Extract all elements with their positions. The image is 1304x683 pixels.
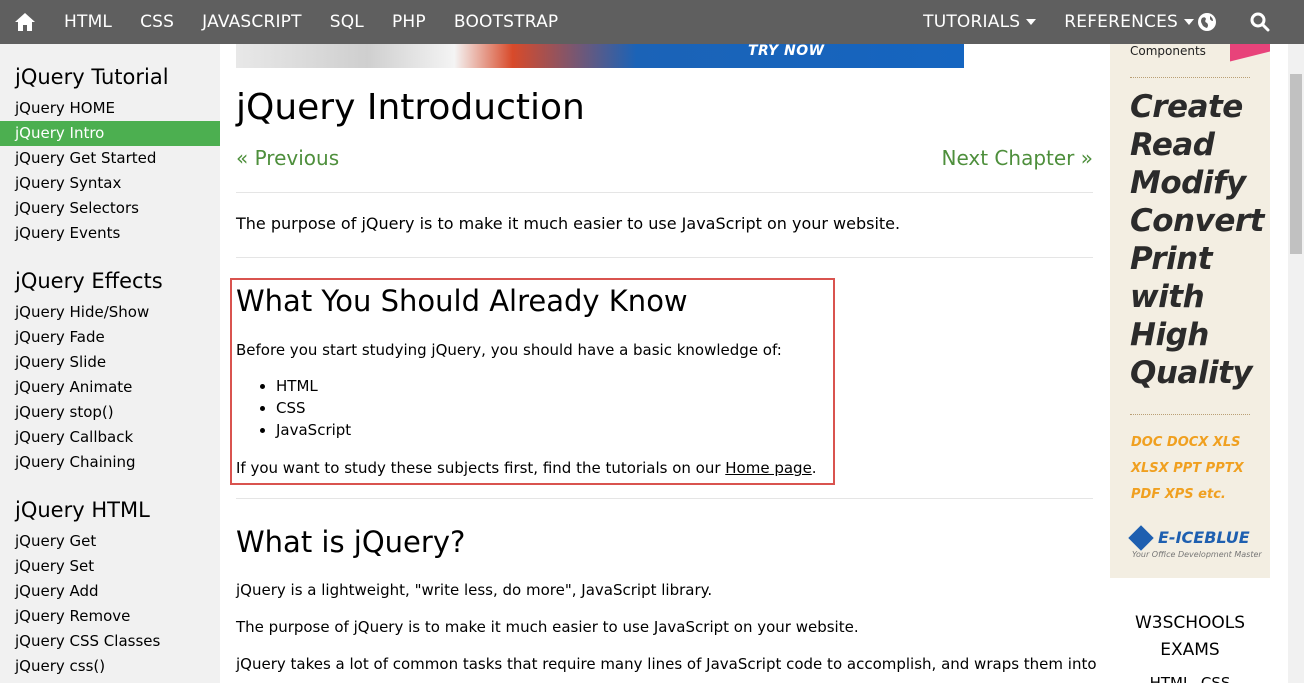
page-title: jQuery Introduction: [236, 87, 585, 128]
divider: [236, 498, 1093, 499]
know-footer-prefix: If you want to study these subjects firs…: [236, 459, 726, 477]
sidebar-item-jquery-callback[interactable]: jQuery Callback: [0, 425, 220, 450]
sidebar-item-jquery-stop[interactable]: jQuery stop(): [0, 400, 220, 425]
sidebar-item-jquery-intro[interactable]: jQuery Intro: [0, 121, 220, 146]
sidebar-item-jquery-events[interactable]: jQuery Events: [0, 221, 220, 246]
sidebar-item-jquery-get[interactable]: jQuery Get: [0, 529, 220, 554]
ad-line: Convert: [1130, 203, 1264, 239]
ad-banner[interactable]: TRY NOW: [236, 44, 964, 68]
nav-references-label: REFERENCES: [1064, 12, 1178, 32]
divider: [236, 257, 1093, 258]
search-button[interactable]: [1233, 0, 1286, 44]
know-heading: What You Should Already Know: [236, 284, 688, 318]
home-icon: [15, 13, 35, 31]
nav-tutorials-label: TUTORIALS: [923, 12, 1021, 32]
sidebar-item-jquery-slide[interactable]: jQuery Slide: [0, 350, 220, 375]
main-content: TRY NOW jQuery Introduction « Previous N…: [220, 44, 1110, 683]
globe-icon: [1197, 13, 1216, 31]
sidebar-item-jquery-css[interactable]: jQuery css(): [0, 654, 220, 679]
scrollbar-thumb[interactable]: [1290, 74, 1302, 254]
divider: [236, 192, 1093, 193]
ad-line: Modify: [1130, 165, 1246, 201]
list-item: JavaScript: [276, 419, 351, 441]
ad-line: Print: [1130, 241, 1213, 277]
sidebar-item-jquery-home[interactable]: jQuery HOME: [0, 96, 220, 121]
know-list: HTML CSS JavaScript: [276, 375, 351, 441]
list-item: HTML: [276, 375, 351, 397]
right-column: Components Create Read Modify Convert Pr…: [1110, 44, 1288, 683]
ad-divider: [1130, 77, 1250, 78]
whatis-paragraph-3: jQuery takes a lot of common tasks that …: [236, 655, 1097, 673]
ad-format-line: XLSX PPT PPTX: [1131, 461, 1244, 476]
home-page-link[interactable]: Home page: [725, 459, 812, 477]
sidebar-item-jquery-css-classes[interactable]: jQuery CSS Classes: [0, 629, 220, 654]
eiceblue-logo-icon: [1128, 524, 1154, 551]
know-footer: If you want to study these subjects firs…: [236, 457, 817, 479]
top-navbar: HTML CSS JAVASCRIPT SQL PHP BOOTSTRAP TU…: [0, 0, 1304, 44]
nav-javascript[interactable]: JAVASCRIPT: [188, 0, 316, 44]
ad-decoration: [1230, 44, 1270, 62]
ad-headline: Create Read Modify Convert Print with Hi…: [1130, 88, 1264, 392]
ad-logo: E-ICEBLUE: [1128, 524, 1250, 551]
sidebar-heading-effects: jQuery Effects: [15, 269, 163, 293]
nav-css[interactable]: CSS: [126, 0, 188, 44]
sidebar-item-jquery-fade[interactable]: jQuery Fade: [0, 325, 220, 350]
ad-components-label: Components: [1130, 44, 1206, 58]
ad-line: High: [1130, 317, 1209, 353]
ad-logo-text: E-ICEBLUE: [1158, 528, 1250, 547]
sidebar: jQuery Tutorial jQuery HOME jQuery Intro…: [0, 44, 220, 683]
sidebar-item-jquery-set[interactable]: jQuery Set: [0, 554, 220, 579]
nav-bootstrap[interactable]: BOOTSTRAP: [440, 0, 573, 44]
ad-line: Quality: [1130, 355, 1253, 391]
ad-formats: DOC DOCX XLS XLSX PPT PPTX PDF XPS etc.: [1131, 430, 1244, 508]
nav-php[interactable]: PHP: [378, 0, 440, 44]
exams-link[interactable]: W3SCHOOLS EXAMS: [1110, 610, 1270, 664]
ad-line: Read: [1130, 127, 1215, 163]
caret-down-icon: [1026, 19, 1037, 25]
sidebar-item-jquery-hide-show[interactable]: jQuery Hide/Show: [0, 300, 220, 325]
whatis-paragraph-1: jQuery is a lightweight, "write less, do…: [236, 581, 713, 599]
nav-tutorials-dropdown[interactable]: TUTORIALS: [909, 0, 1050, 44]
ad-tagline: Your Office Development Master: [1132, 550, 1262, 559]
sidebar-heading-html: jQuery HTML: [15, 498, 150, 522]
home-button[interactable]: [0, 0, 50, 44]
nav-sql[interactable]: SQL: [316, 0, 378, 44]
sidebar-item-jquery-remove[interactable]: jQuery Remove: [0, 604, 220, 629]
next-chapter-link[interactable]: Next Chapter »: [941, 146, 1093, 170]
intro-paragraph: The purpose of jQuery is to make it much…: [236, 214, 901, 233]
sidebar-item-jquery-animate[interactable]: jQuery Animate: [0, 375, 220, 400]
previous-link[interactable]: « Previous: [236, 146, 339, 170]
sidebar-item-jquery-selectors[interactable]: jQuery Selectors: [0, 196, 220, 221]
sidebar-item-jquery-syntax[interactable]: jQuery Syntax: [0, 171, 220, 196]
ad-line: with: [1130, 279, 1205, 315]
exams-sub[interactable]: HTML, CSS: [1110, 674, 1270, 683]
whatis-heading: What is jQuery?: [236, 525, 466, 559]
whatis-paragraph-2: The purpose of jQuery is to make it much…: [236, 618, 859, 636]
translate-button[interactable]: [1180, 0, 1233, 44]
nav-html[interactable]: HTML: [50, 0, 126, 44]
search-icon: [1250, 12, 1269, 32]
advertisement[interactable]: Components Create Read Modify Convert Pr…: [1110, 44, 1270, 578]
sidebar-heading-tutorial: jQuery Tutorial: [15, 65, 169, 89]
list-item: CSS: [276, 397, 351, 419]
know-footer-suffix: .: [811, 459, 817, 477]
banner-try-now: TRY NOW: [748, 44, 825, 59]
ad-format-line: PDF XPS etc.: [1131, 487, 1226, 502]
ad-format-line: DOC DOCX XLS: [1131, 435, 1241, 450]
sidebar-item-jquery-add[interactable]: jQuery Add: [0, 579, 220, 604]
sidebar-item-jquery-chaining[interactable]: jQuery Chaining: [0, 450, 220, 475]
know-lead: Before you start studying jQuery, you sh…: [236, 341, 782, 359]
sidebar-item-jquery-get-started[interactable]: jQuery Get Started: [0, 146, 220, 171]
ad-line: Create: [1130, 89, 1243, 125]
scrollbar[interactable]: [1288, 44, 1304, 683]
ad-divider: [1130, 414, 1250, 415]
